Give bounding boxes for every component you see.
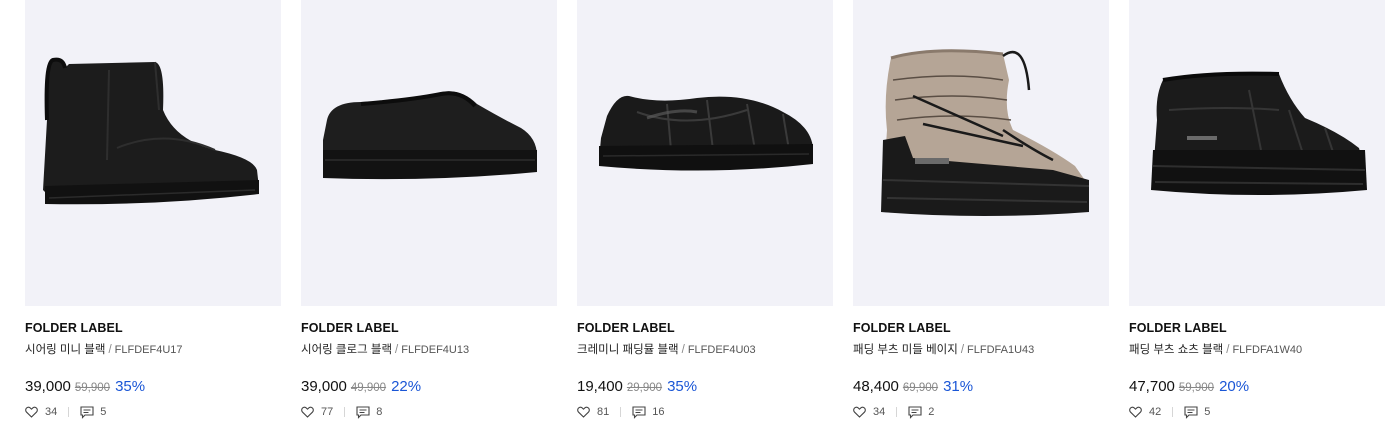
product-image[interactable]	[301, 0, 557, 306]
brand-label[interactable]: FOLDER LABEL	[1129, 321, 1227, 335]
shearling-mini-boot-icon	[43, 57, 259, 205]
product-name-text: 크레미니 패딩뮬 블랙	[577, 344, 679, 356]
brand-label[interactable]: FOLDER LABEL	[25, 321, 123, 335]
comment-icon[interactable]	[1184, 405, 1199, 419]
engagement-row: 77 8	[301, 405, 382, 419]
name-separator: /	[681, 344, 685, 356]
discount-rate: 31%	[943, 378, 974, 395]
discount-rate: 20%	[1219, 378, 1250, 395]
product-code: FLFDFA1U43	[967, 344, 1035, 356]
like-count: 34	[45, 406, 58, 418]
product-card[interactable]: FOLDER LABEL 패딩 부츠 쇼츠 블랙 / FLFDFA1W40 47,7…	[1129, 0, 1385, 436]
engagement-row: 81 16	[577, 405, 665, 419]
product-name[interactable]: 패딩 부츠 미들 베이지 / FLFDFA1U43	[853, 341, 1034, 357]
review-count: 5	[1204, 406, 1211, 418]
like-count: 77	[321, 406, 334, 418]
padded-mule-icon	[599, 95, 813, 171]
product-code: FLFDFA1W40	[1232, 344, 1303, 356]
padded-boot-short-icon	[1151, 71, 1367, 195]
heart-icon[interactable]	[853, 405, 868, 419]
discount-rate: 22%	[391, 378, 422, 395]
review-count: 16	[652, 406, 665, 418]
heart-icon[interactable]	[25, 405, 40, 419]
review-count: 5	[100, 406, 107, 418]
sale-price: 48,400	[853, 378, 899, 395]
shearling-clog-icon	[323, 91, 537, 180]
brand-label[interactable]: FOLDER LABEL	[301, 321, 399, 335]
heart-icon[interactable]	[1129, 405, 1144, 419]
price-row: 39,000 59,900 35%	[25, 378, 145, 398]
product-image[interactable]	[577, 0, 833, 306]
engagement-row: 34 2	[853, 405, 934, 419]
product-name-text: 시어링 미니 블랙	[25, 344, 106, 356]
divider	[68, 407, 70, 417]
name-separator: /	[1226, 344, 1230, 356]
product-name-text: 패딩 부츠 쇼츠 블랙	[1129, 344, 1224, 356]
original-price: 69,900	[902, 382, 939, 394]
product-grid: FOLDER LABEL 시어링 미니 블랙 / FLFDEF4U17 39,000…	[0, 0, 1393, 436]
review-count: 2	[928, 406, 935, 418]
padded-boot-middle-icon	[881, 49, 1090, 216]
engagement-row: 34 5	[25, 405, 106, 419]
product-image[interactable]	[25, 0, 281, 306]
product-code: FLFDEF4U13	[401, 344, 470, 356]
sale-price: 47,700	[1129, 378, 1175, 395]
divider	[896, 407, 898, 417]
comment-icon[interactable]	[80, 405, 95, 419]
price-row: 47,700 59,900 20%	[1129, 378, 1249, 398]
discount-rate: 35%	[115, 378, 146, 395]
original-price: 29,900	[626, 382, 663, 394]
price-row: 19,400 29,900 35%	[577, 378, 697, 398]
product-card[interactable]: FOLDER LABEL 시어링 미니 블랙 / FLFDEF4U17 39,000…	[25, 0, 281, 436]
divider	[344, 407, 346, 417]
original-price: 59,900	[74, 382, 111, 394]
comment-icon[interactable]	[356, 405, 371, 419]
comment-icon[interactable]	[632, 405, 647, 419]
product-code: FLFDEF4U03	[687, 344, 756, 356]
product-name-text: 패딩 부츠 미들 베이지	[853, 344, 958, 356]
heart-icon[interactable]	[301, 405, 316, 419]
price-row: 39,000 49,900 22%	[301, 378, 421, 398]
comment-icon[interactable]	[908, 405, 923, 419]
price-row: 48,400 69,900 31%	[853, 378, 973, 398]
product-image[interactable]	[853, 0, 1109, 306]
sale-price: 39,000	[25, 378, 71, 395]
product-name[interactable]: 크레미니 패딩뮬 블랙 / FLFDEF4U03	[577, 341, 756, 357]
like-count: 42	[1149, 406, 1162, 418]
brand-label[interactable]: FOLDER LABEL	[853, 321, 951, 335]
engagement-row: 42 5	[1129, 405, 1210, 419]
like-count: 81	[597, 406, 610, 418]
product-name[interactable]: 시어링 미니 블랙 / FLFDEF4U17	[25, 341, 183, 357]
product-name[interactable]: 패딩 부츠 쇼츠 블랙 / FLFDFA1W40	[1129, 341, 1302, 357]
sale-price: 19,400	[577, 378, 623, 395]
product-card[interactable]: FOLDER LABEL 시어링 클로그 블랙 / FLFDEF4U13 39,00…	[301, 0, 557, 436]
brand-label[interactable]: FOLDER LABEL	[577, 321, 675, 335]
heart-icon[interactable]	[577, 405, 592, 419]
product-name[interactable]: 시어링 클로그 블랙 / FLFDEF4U13	[301, 341, 469, 357]
product-image[interactable]	[1129, 0, 1385, 306]
name-separator: /	[960, 344, 965, 356]
like-count: 34	[873, 406, 886, 418]
product-card[interactable]: FOLDER LABEL 크레미니 패딩뮬 블랙 / FLFDEF4U03 19,4…	[577, 0, 833, 436]
original-price: 59,900	[1178, 382, 1215, 394]
original-price: 49,900	[350, 382, 387, 394]
divider	[1172, 407, 1174, 417]
review-count: 8	[376, 406, 383, 418]
product-code: FLFDEF4U17	[114, 344, 183, 356]
name-separator: /	[395, 344, 399, 356]
product-card[interactable]: FOLDER LABEL 패딩 부츠 미들 베이지 / FLFDFA1U43 48,…	[853, 0, 1109, 436]
divider	[620, 407, 622, 417]
product-name-text: 시어링 클로그 블랙	[301, 344, 393, 356]
discount-rate: 35%	[667, 378, 698, 395]
name-separator: /	[108, 344, 112, 356]
sale-price: 39,000	[301, 378, 347, 395]
